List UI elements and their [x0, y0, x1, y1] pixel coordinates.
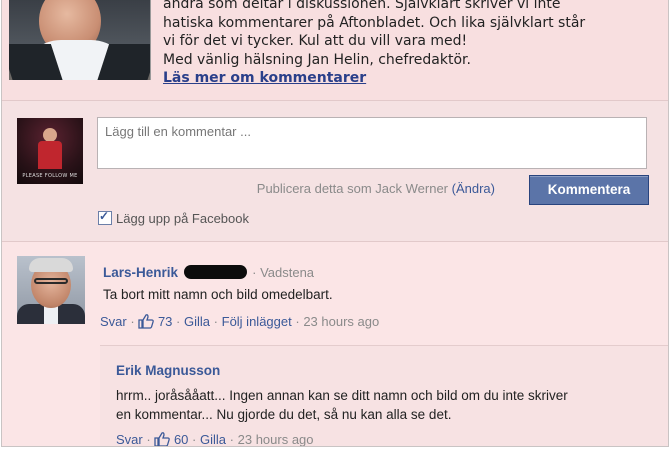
checkmark-icon: ✓ [99, 209, 110, 223]
submit-comment-button[interactable]: Kommentera [529, 175, 649, 205]
comment-text: Ta bort mitt namn och bild omedelbart. [103, 287, 333, 302]
policy-line-4: Med vänlig hälsning Jan Helin, chefredak… [163, 51, 471, 68]
reply-actions: Svar · 60 · Gilla · 23 hours ago [116, 432, 314, 447]
policy-line-1: andra som deltar i diskussionen. Självkl… [163, 0, 561, 12]
change-identity-link[interactable]: (Ändra) [452, 181, 495, 196]
comments-plugin: andra som deltar i diskussionen. Självkl… [1, 0, 669, 447]
reply-author[interactable]: Erik Magnusson [116, 363, 220, 378]
policy-line-2: hatiska kommentarer på Aftonbladet. Och … [163, 14, 586, 31]
reply-link[interactable]: Svar [116, 432, 143, 446]
publish-as-line: Publicera detta som Jack Werner (Ändra) [250, 181, 495, 196]
comment-composer: PLEASE FOLLOW ME Lägg till en kommentar … [2, 101, 668, 241]
reply-text: hrrm.. joråsååatt... Ingen annan kan se … [116, 386, 568, 424]
thumbs-up-icon [154, 432, 171, 446]
like-count: 73 [157, 314, 173, 329]
reply-timestamp: 23 hours ago [237, 432, 314, 447]
comment-reply: Erik Magnusson hrrm.. joråsååatt... Inge… [100, 345, 668, 447]
post-to-facebook-option[interactable]: ✓ Lägg upp på Facebook [98, 209, 249, 226]
avatar: PLEASE FOLLOW ME [17, 118, 83, 184]
comment-header: Lars-Henrik · Vadstena [103, 262, 314, 281]
thumbs-up-icon [138, 314, 155, 332]
comment-input[interactable]: Lägg till en kommentar ... [97, 117, 647, 169]
like-link[interactable]: Gilla [184, 314, 210, 329]
follow-post-link[interactable]: Följ inlägget [222, 314, 292, 329]
avatar[interactable] [17, 256, 85, 324]
publish-as-label: Publicera detta som Jack Werner [256, 181, 449, 196]
reply-text-line-2: en kommentar... Nu gjorde du det, så nu … [116, 407, 452, 422]
divider [2, 241, 668, 242]
like-count: 60 [173, 432, 189, 447]
comment-policy-text: andra som deltar i diskussionen. Självkl… [163, 0, 663, 88]
comment-policy-block: andra som deltar i diskussionen. Självkl… [2, 0, 668, 100]
post-to-facebook-label: Lägg upp på Facebook [116, 211, 249, 226]
redaction-mark [184, 265, 248, 279]
comment-actions: Svar · 73 · Gilla · Följ inlägget · 23 h… [100, 314, 379, 332]
read-more-link[interactable]: Läs mer om kommentarer [163, 70, 366, 86]
comment-timestamp: 23 hours ago [303, 314, 380, 329]
reply-link[interactable]: Svar [100, 314, 127, 329]
reply-text-line-1: hrrm.. joråsååatt... Ingen annan kan se … [116, 388, 568, 403]
editor-photo [9, 0, 151, 80]
avatar-caption: PLEASE FOLLOW ME [22, 173, 78, 179]
comment-location: · Vadstena [252, 265, 315, 280]
like-link[interactable]: Gilla [200, 432, 226, 446]
comment-author[interactable]: Lars-Henrik [103, 265, 178, 280]
policy-line-3: vi för det vi tycker. Kul att du vill va… [163, 33, 468, 49]
post-to-facebook-checkbox[interactable]: ✓ [98, 209, 112, 225]
